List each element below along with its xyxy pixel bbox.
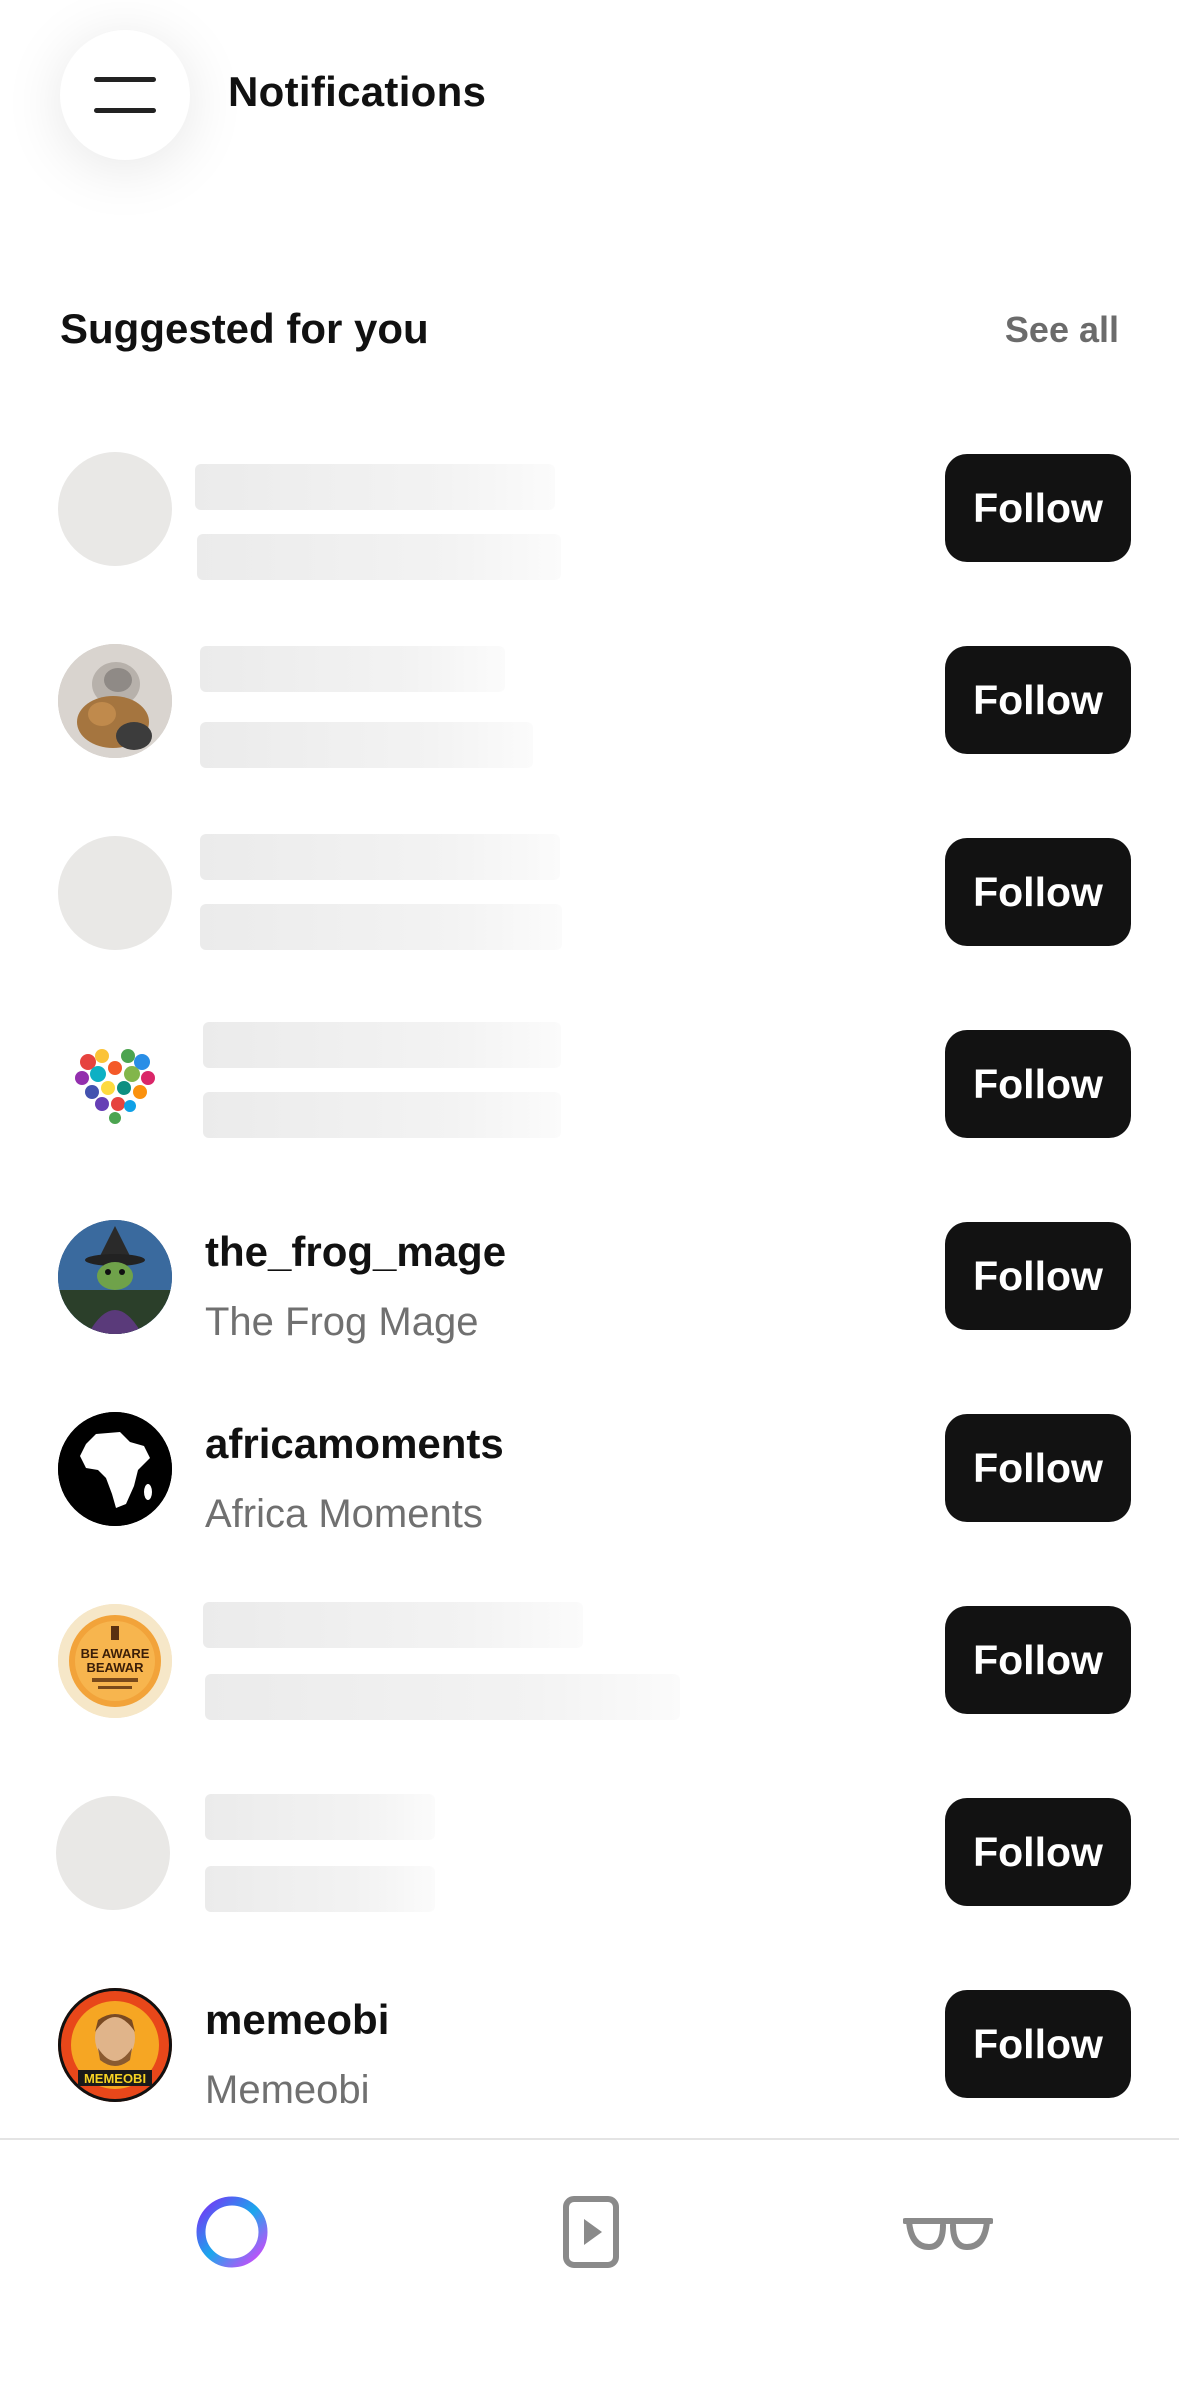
loading-placeholder: [200, 646, 505, 692]
svg-text:MEMEOBI: MEMEOBI: [84, 2071, 146, 2086]
svg-text:BE AWARE: BE AWARE: [81, 1646, 150, 1661]
africa-map-icon: [58, 1412, 172, 1526]
loading-placeholder: [200, 722, 533, 768]
avatar[interactable]: [58, 836, 172, 950]
loading-placeholder: [203, 1022, 561, 1068]
suggestion-row: BE AWARE BEAWAR Follow: [0, 1592, 1179, 1784]
svg-text:BEAWAR: BEAWAR: [86, 1660, 144, 1675]
glasses-icon: [903, 2218, 993, 2251]
loading-placeholder: [203, 1602, 583, 1648]
reels-icon: [563, 2196, 619, 2268]
username[interactable]: memeobi: [205, 1996, 389, 2044]
avatar[interactable]: [58, 644, 172, 758]
butterfly-heart-icon: [58, 1028, 172, 1142]
home-ring-icon: [196, 2196, 268, 2268]
suggestion-row: Follow: [0, 1784, 1179, 1976]
suggestion-row: Follow: [0, 440, 1179, 632]
header: Notifications: [0, 0, 1179, 200]
suggested-header: Suggested for you See all: [60, 305, 1119, 365]
suggestions-list: Follow Follow Follow Follow the_frog_mag…: [0, 440, 1179, 2168]
person-with-cat-icon: [58, 644, 172, 758]
follow-button[interactable]: Follow: [945, 1990, 1131, 2098]
avatar[interactable]: [58, 1028, 172, 1142]
display-name: Africa Moments: [205, 1492, 483, 1536]
nav-reels[interactable]: [539, 2182, 639, 2282]
display-name: Memeobi: [205, 2068, 370, 2112]
follow-button[interactable]: Follow: [945, 1798, 1131, 1906]
follow-button[interactable]: Follow: [945, 1030, 1131, 1138]
follow-button[interactable]: Follow: [945, 646, 1131, 754]
suggestion-row: africamoments Africa Moments Follow: [0, 1400, 1179, 1592]
be-aware-beawar-logo: BE AWARE BEAWAR: [58, 1604, 172, 1718]
avatar[interactable]: [58, 1412, 172, 1526]
follow-button[interactable]: Follow: [945, 1414, 1131, 1522]
display-name: The Frog Mage: [205, 1300, 479, 1344]
loading-placeholder: [195, 464, 555, 510]
page-title: Notifications: [228, 68, 487, 115]
suggestion-row: Follow: [0, 632, 1179, 824]
avatar[interactable]: MEMEOBI: [58, 1988, 172, 2102]
avatar[interactable]: [58, 1220, 172, 1334]
loading-placeholder: [205, 1866, 435, 1912]
follow-button[interactable]: Follow: [945, 838, 1131, 946]
frog-mage-icon: [58, 1220, 172, 1334]
nav-home[interactable]: [182, 2182, 282, 2282]
loading-placeholder: [203, 1092, 561, 1138]
username[interactable]: the_frog_mage: [205, 1228, 506, 1276]
suggestion-row: Follow: [0, 824, 1179, 1016]
avatar[interactable]: BE AWARE BEAWAR: [58, 1604, 172, 1718]
follow-button[interactable]: Follow: [945, 1606, 1131, 1714]
username[interactable]: africamoments: [205, 1420, 504, 1468]
follow-button[interactable]: Follow: [945, 454, 1131, 562]
avatar[interactable]: [56, 1796, 170, 1910]
suggestion-row: Follow: [0, 1016, 1179, 1208]
follow-button[interactable]: Follow: [945, 1222, 1131, 1330]
avatar[interactable]: [58, 452, 172, 566]
suggestion-row: the_frog_mage The Frog Mage Follow: [0, 1208, 1179, 1400]
bottom-navigation: [0, 2138, 1179, 2396]
loading-placeholder: [205, 1674, 680, 1720]
menu-button[interactable]: [60, 30, 190, 160]
loading-placeholder: [200, 834, 560, 880]
loading-placeholder: [200, 904, 562, 950]
loading-placeholder: [197, 534, 561, 580]
nav-glasses[interactable]: [898, 2182, 998, 2282]
hamburger-menu-icon: [94, 77, 156, 113]
see-all-link[interactable]: See all: [1005, 309, 1119, 351]
loading-placeholder: [205, 1794, 435, 1840]
memeobi-logo: MEMEOBI: [58, 1988, 172, 2102]
section-title: Suggested for you: [60, 305, 429, 352]
